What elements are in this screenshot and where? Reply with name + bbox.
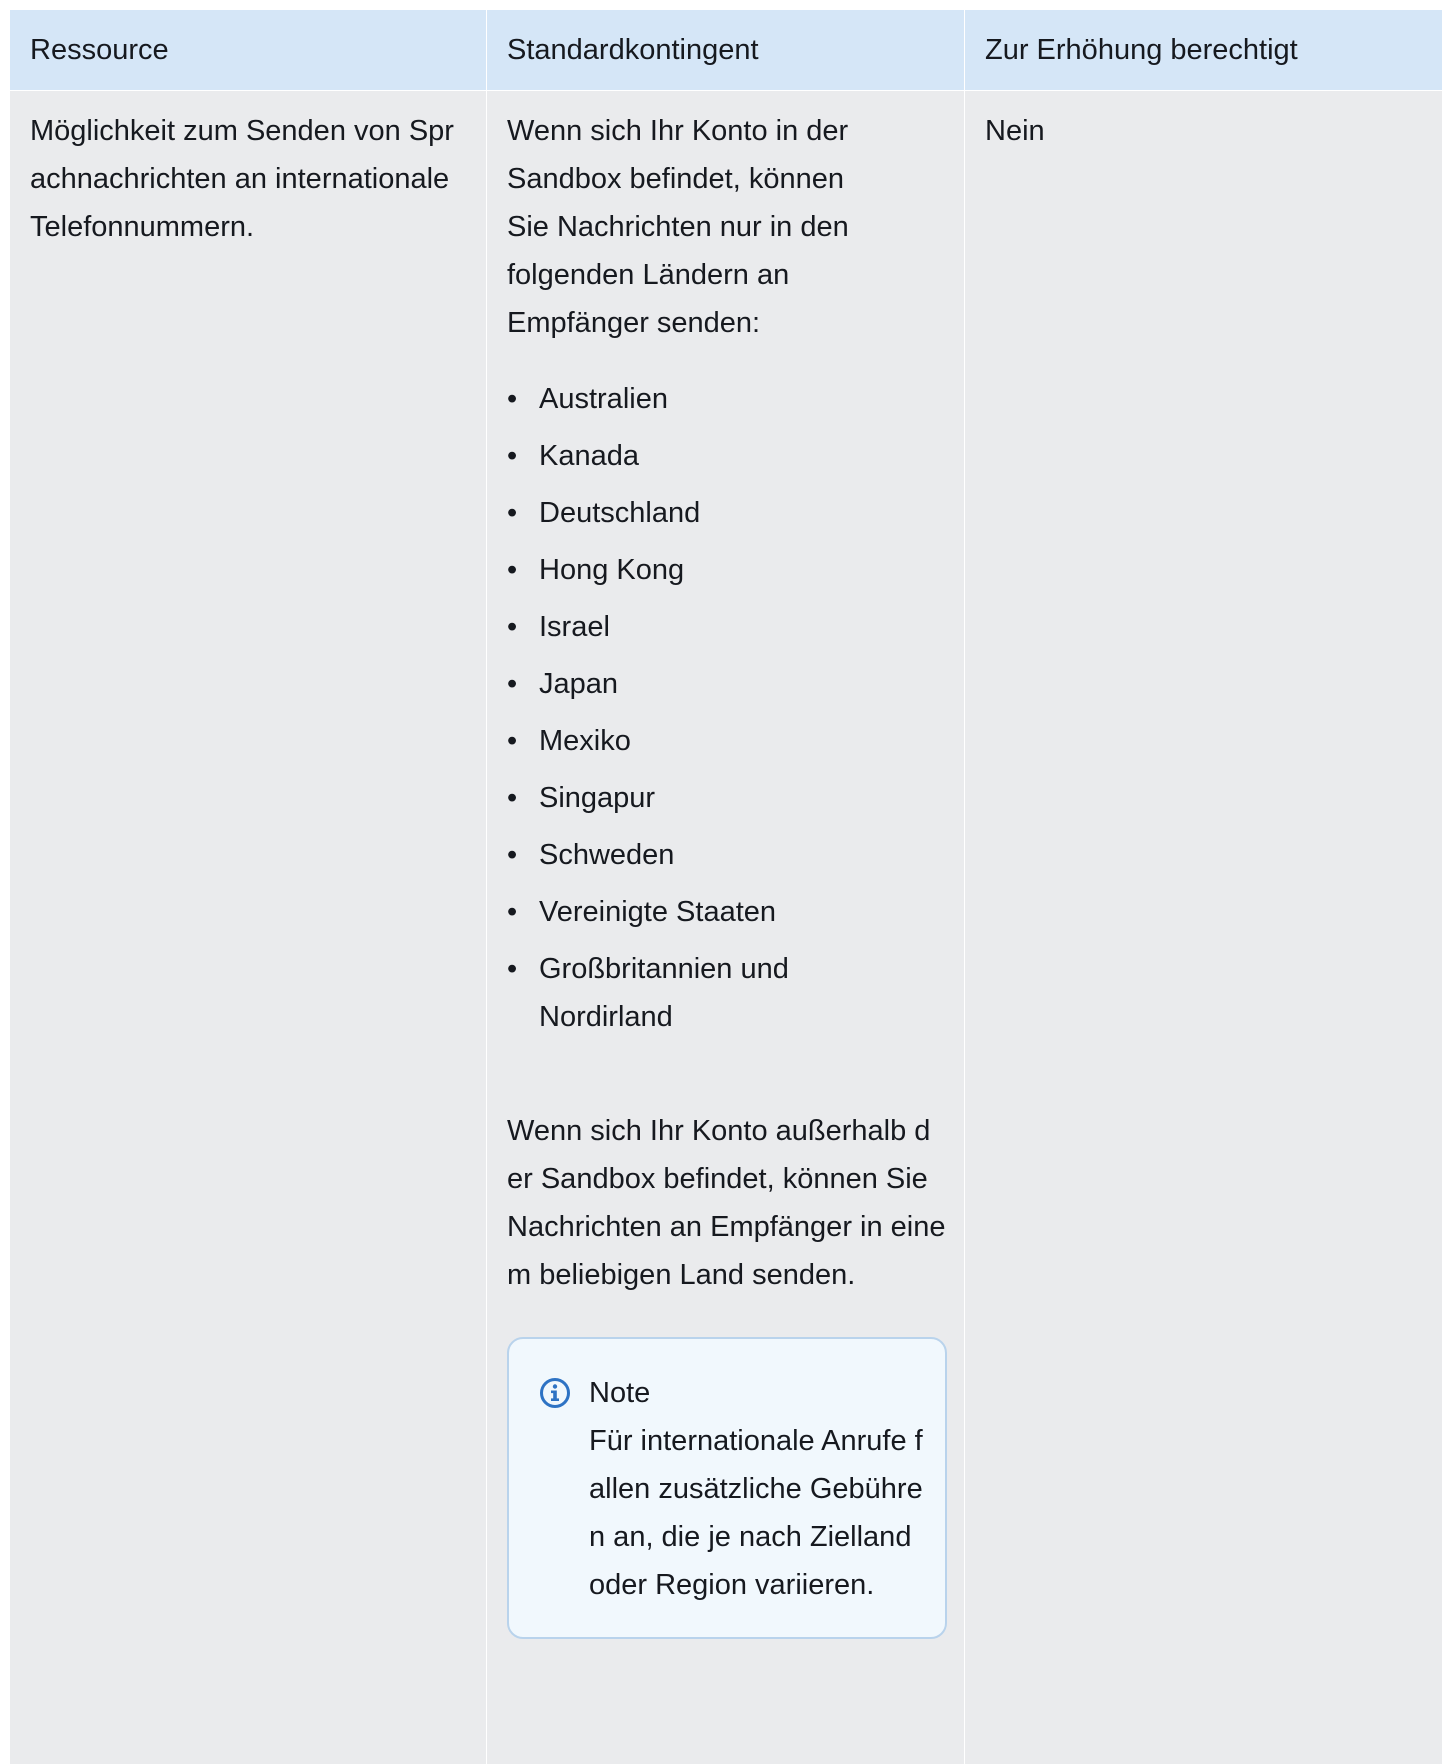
list-item: Australien xyxy=(507,375,946,423)
list-item: Hong Kong xyxy=(507,546,946,594)
country-list: Australien Kanada Deutschland Hong Kong … xyxy=(507,375,946,1041)
cell-eligible: Nein xyxy=(965,91,1442,1764)
list-item: Mexiko xyxy=(507,717,946,765)
list-item: Singapur xyxy=(507,774,946,822)
note-box: Note Für internationale Anrufe fallen zu… xyxy=(507,1337,947,1639)
cell-default-quota: Wenn sich Ihr Konto in der Sandbox befin… xyxy=(487,91,964,1764)
eligible-value: Nein xyxy=(985,115,1045,147)
note-body: Für internationale Anrufe fallen zusätzl… xyxy=(589,1425,923,1601)
cell-resource: Möglichkeit zum Senden von Sprachnachric… xyxy=(10,91,486,1764)
list-item: Schweden xyxy=(507,831,946,879)
info-icon xyxy=(540,1378,570,1408)
quota-table: Ressource Standardkontingent Zur Erhöhun… xyxy=(10,10,1442,1764)
note-title: Note xyxy=(589,1377,651,1409)
list-item: Großbritannien und Nordirland xyxy=(507,945,829,1041)
list-item: Israel xyxy=(507,603,946,651)
list-item: Deutschland xyxy=(507,489,946,537)
header-default-quota: Standardkontingent xyxy=(487,10,964,90)
list-item: Kanada xyxy=(507,432,946,480)
outside-sandbox-text: Wenn sich Ihr Konto außerhalb der Sandbo… xyxy=(507,1115,946,1291)
sandbox-intro-text: Wenn sich Ihr Konto in der Sandbox befin… xyxy=(507,115,849,339)
list-item: Vereinigte Staaten xyxy=(507,888,946,936)
header-resource: Ressource xyxy=(10,10,486,90)
header-eligible-for-increase: Zur Erhöhung berechtigt xyxy=(965,10,1442,90)
resource-text: Möglichkeit zum Senden von Sprachnachric… xyxy=(30,115,454,243)
list-item: Japan xyxy=(507,660,946,708)
